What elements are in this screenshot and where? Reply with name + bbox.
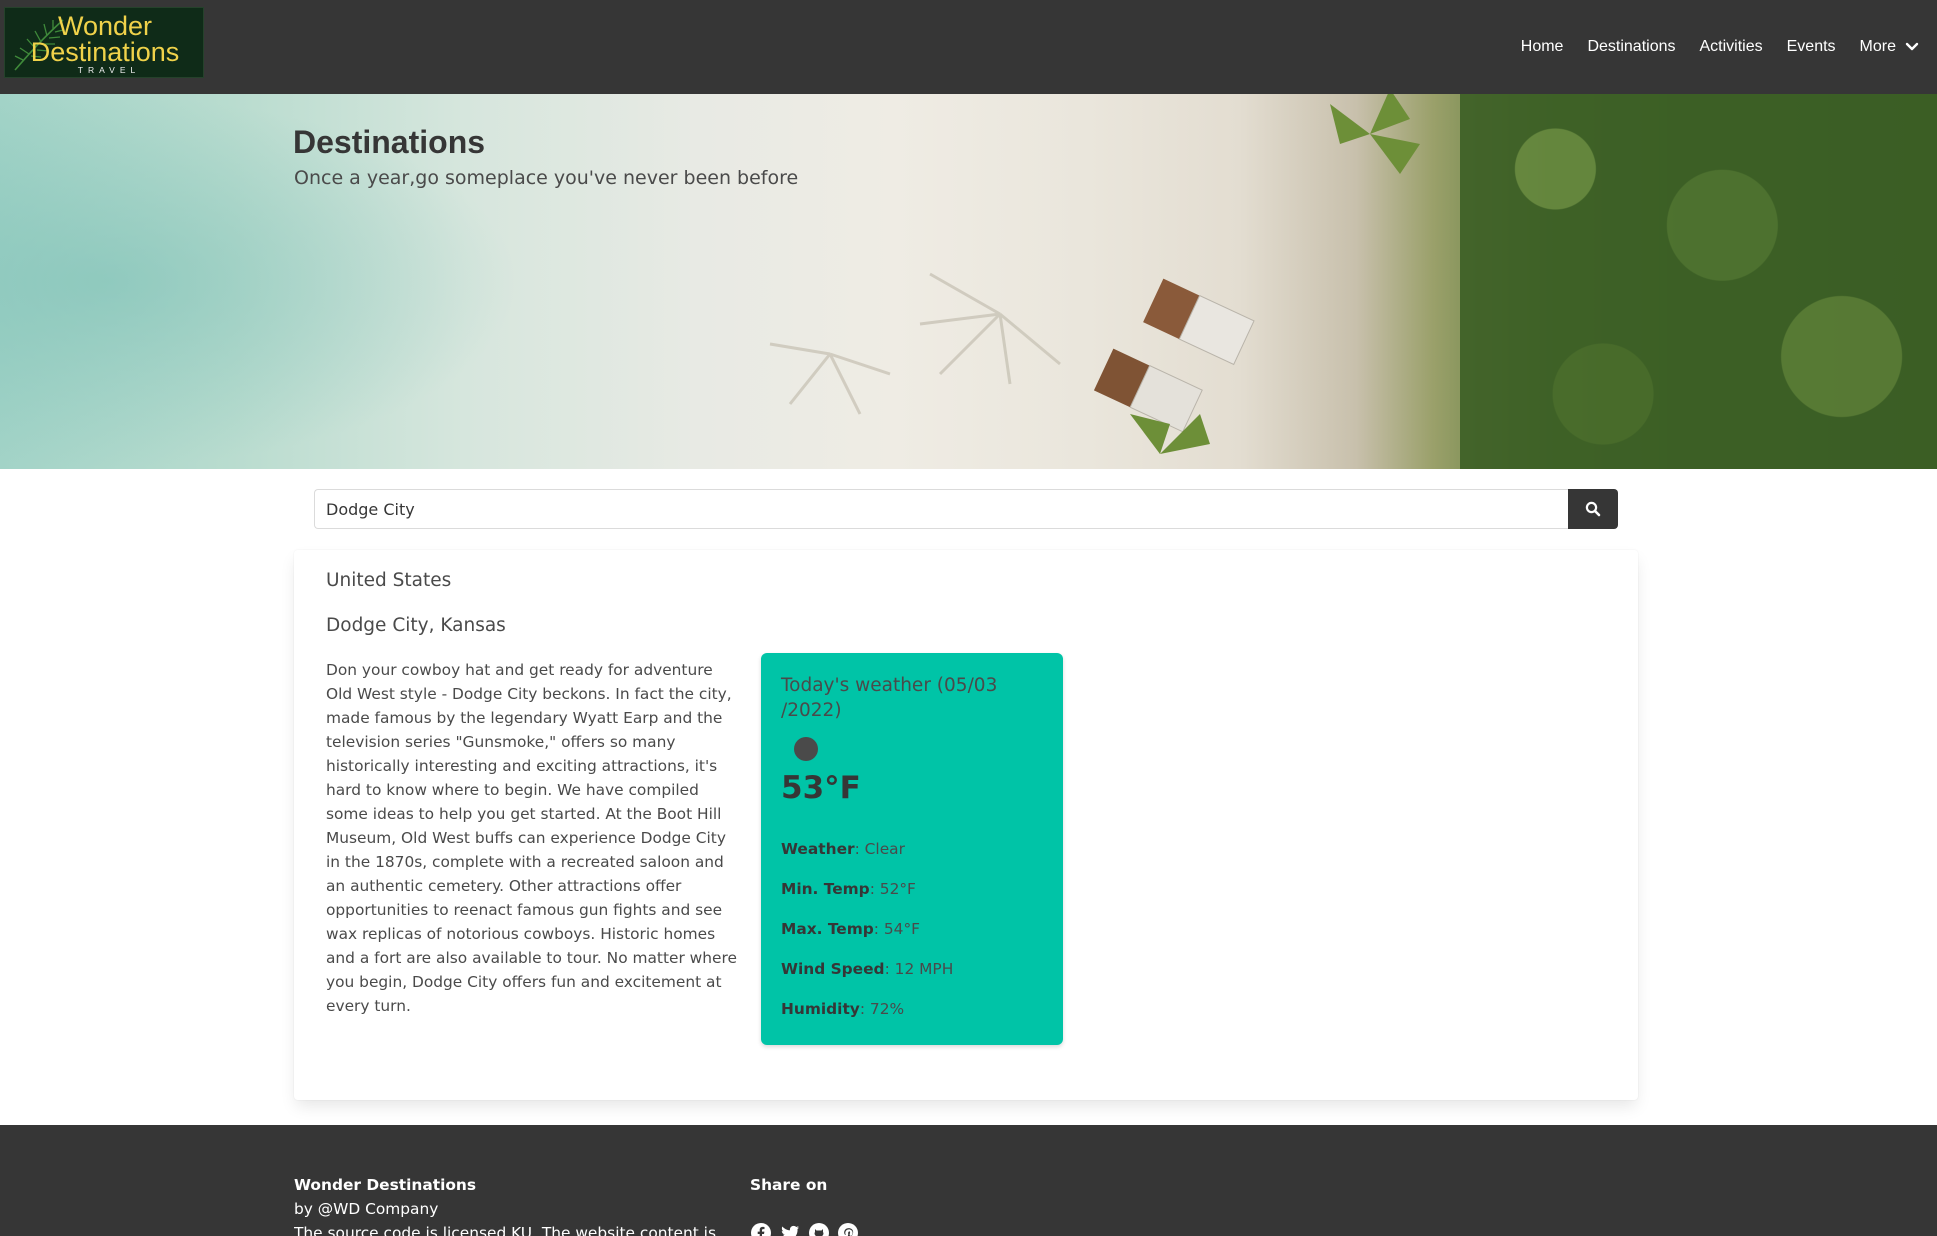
- destination-card: United States Dodge City, Kansas Don you…: [294, 550, 1638, 1100]
- row-value: : Clear: [854, 840, 905, 858]
- nav-item-label: Home: [1520, 38, 1564, 55]
- nav-item-activities[interactable]: Activities: [1700, 38, 1763, 56]
- row-value: : 54°F: [873, 920, 920, 938]
- weather-condition-row: Weather: Clear: [781, 840, 905, 858]
- search-icon: [1585, 501, 1601, 517]
- nav-item-label: More: [1859, 38, 1896, 55]
- github-icon[interactable]: [808, 1222, 830, 1236]
- nav-item-home[interactable]: Home: [1521, 38, 1564, 56]
- share-icons: [750, 1222, 866, 1236]
- pinterest-icon[interactable]: [837, 1222, 859, 1236]
- row-label: Max. Temp: [781, 920, 874, 938]
- search-input[interactable]: [314, 489, 1568, 529]
- logo-line-2: Destinations: [30, 37, 180, 67]
- logo-line-3: TRAVEL: [77, 65, 141, 75]
- row-label: Min. Temp: [781, 880, 870, 898]
- page-subtitle: Once a year,go someplace you've never be…: [294, 167, 799, 189]
- twitter-icon[interactable]: [779, 1222, 801, 1236]
- country-heading: United States: [326, 570, 452, 591]
- weather-max-temp-row: Max. Temp: 54°F: [781, 920, 920, 938]
- weather-title: Today's weather (05/03 /2022): [781, 675, 998, 721]
- facebook-icon[interactable]: [750, 1222, 772, 1236]
- nav-links: Home Destinations Activities Events More: [1497, 0, 1919, 94]
- weather-min-temp-row: Min. Temp: 52°F: [781, 880, 916, 898]
- chevron-down-icon: [1905, 42, 1919, 51]
- row-value: : 72%: [859, 1000, 905, 1018]
- search-button[interactable]: [1568, 489, 1618, 529]
- footer-brand: Wonder Destinations: [294, 1176, 477, 1194]
- nav-item-label: Activities: [1699, 38, 1763, 55]
- destination-description: Don your cowboy hat and get ready for ad…: [326, 661, 737, 1015]
- weather-card: Today's weather (05/03 /2022) 53°F Weath…: [761, 653, 1063, 1045]
- row-label: Humidity: [781, 1000, 860, 1018]
- weather-temperature: 53°F: [781, 770, 861, 806]
- footer-license: The source code is licensed KU. The webs…: [294, 1224, 716, 1236]
- weather-icon: [794, 737, 818, 761]
- navbar: Wonder Destinations TRAVEL Home Destinat…: [0, 0, 1937, 94]
- row-value: : 52°F: [869, 880, 916, 898]
- nav-item-label: Events: [1786, 38, 1836, 55]
- weather-humidity-row: Humidity: 72%: [781, 1000, 904, 1018]
- footer-share-label: Share on: [750, 1176, 828, 1194]
- brand-logo[interactable]: Wonder Destinations TRAVEL: [4, 7, 204, 78]
- nav-item-more[interactable]: More: [1860, 38, 1919, 56]
- hero-beach-image: [769, 94, 1420, 454]
- nav-item-label: Destinations: [1587, 38, 1676, 55]
- weather-wind-row: Wind Speed: 12 MPH: [781, 960, 953, 978]
- nav-item-destinations[interactable]: Destinations: [1587, 38, 1675, 56]
- footer: Wonder Destinations by @WD Company The s…: [0, 1125, 1937, 1236]
- row-value: : 12 MPH: [884, 960, 954, 978]
- page-title: Destinations: [293, 124, 486, 160]
- search-bar: [314, 489, 1618, 529]
- row-label: Wind Speed: [781, 960, 885, 978]
- city-heading: Dodge City, Kansas: [326, 615, 506, 636]
- hero-banner: Destinations Once a year,go someplace yo…: [0, 94, 1937, 469]
- footer-by: by @WD Company: [294, 1200, 439, 1218]
- nav-item-events[interactable]: Events: [1787, 38, 1836, 56]
- row-label: Weather: [781, 840, 855, 858]
